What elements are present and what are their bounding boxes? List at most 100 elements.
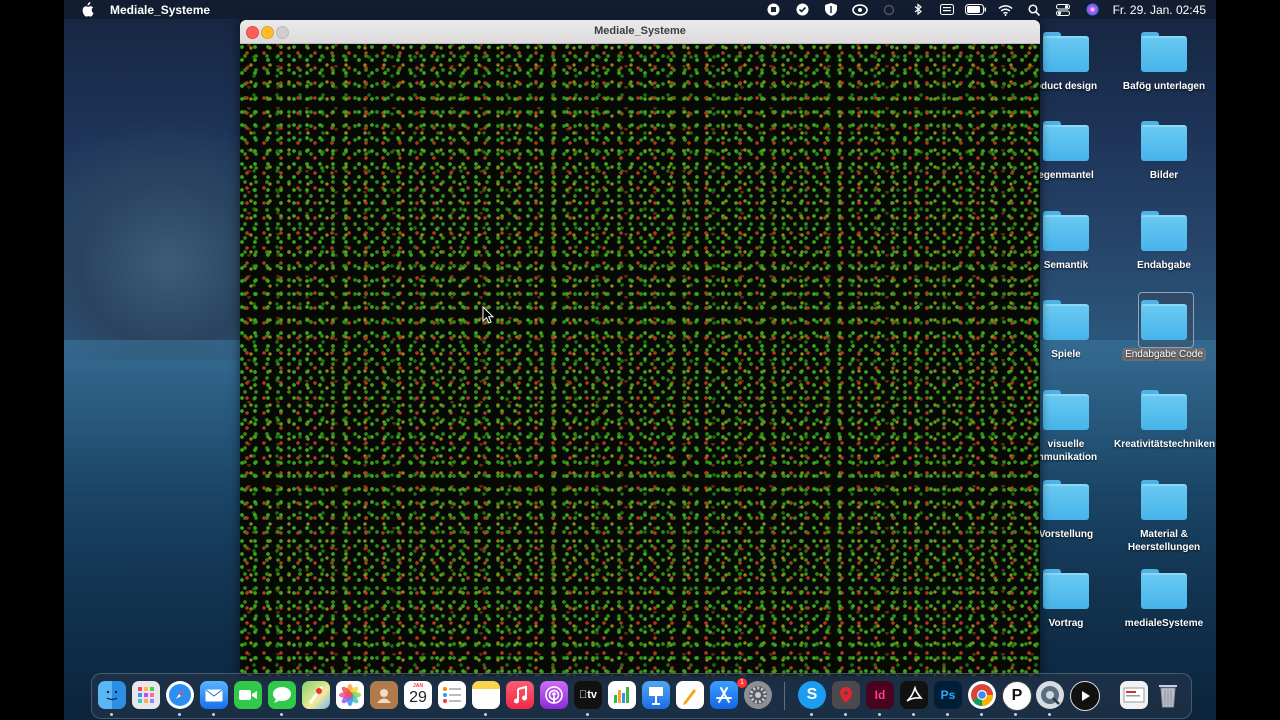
indesign-label: Id — [874, 688, 886, 702]
notes-icon[interactable] — [472, 681, 500, 709]
desktop-folder[interactable]: Bafög unterlagen — [1114, 32, 1214, 93]
messages-icon[interactable] — [268, 681, 296, 709]
folder-label: medialeSysteme — [1124, 618, 1204, 629]
app-store-badge: 1 — [737, 678, 747, 688]
pages-icon[interactable] — [676, 681, 704, 709]
quicktime-icon[interactable] — [1070, 681, 1100, 711]
running-indicator — [212, 713, 215, 716]
desktop-folder[interactable]: Endabgabe Code — [1114, 292, 1214, 361]
folder-icon — [1141, 211, 1187, 251]
record-icon[interactable] — [759, 2, 788, 17]
contacts-icon[interactable] — [370, 681, 398, 709]
running-indicator — [946, 713, 949, 716]
window-titlebar[interactable]: Mediale_Systeme — [240, 20, 1040, 44]
maps-icon[interactable] — [302, 681, 330, 709]
keynote-icon[interactable] — [642, 681, 670, 709]
shield-icon[interactable] — [817, 2, 846, 17]
podcasts-icon[interactable] — [540, 681, 568, 709]
desktop-folder[interactable]: Endabgabe — [1114, 211, 1214, 272]
folder-icon — [1043, 32, 1089, 72]
apple-tv-icon[interactable]: tv — [574, 681, 602, 709]
location-app-icon[interactable] — [832, 681, 860, 709]
skype-icon[interactable]: S — [798, 681, 826, 709]
infinity-icon[interactable] — [846, 2, 875, 17]
processing-icon[interactable]: P — [1002, 681, 1032, 711]
desktop-folder[interactable]: Kreativitätstechniken — [1114, 390, 1215, 451]
running-indicator — [810, 713, 813, 716]
bluetooth-icon[interactable] — [904, 2, 933, 17]
folder-label: Endabgabe Code — [1122, 348, 1206, 361]
folder-icon — [1141, 569, 1187, 609]
folder-label: Bilder — [1149, 170, 1179, 181]
folder-icon — [1141, 121, 1187, 161]
finder-icon[interactable] — [98, 681, 126, 709]
running-indicator — [484, 713, 487, 716]
running-indicator — [878, 713, 881, 716]
p-label: P — [1011, 687, 1023, 704]
chrome-icon[interactable] — [968, 681, 996, 709]
folder-label: egenmantel — [1038, 170, 1094, 181]
folder-label: Bafög unterlagen — [1122, 81, 1206, 92]
window-title: Mediale_Systeme — [594, 25, 686, 37]
running-indicator — [280, 713, 283, 716]
running-indicator — [980, 713, 983, 716]
folder-label: Endabgabe — [1137, 260, 1191, 271]
check-icon[interactable] — [788, 2, 817, 17]
app-window: Mediale_Systeme — [240, 20, 1040, 676]
facetime-icon[interactable] — [234, 681, 262, 709]
search-icon[interactable] — [1020, 2, 1049, 17]
desktop-folder[interactable]: medialeSysteme — [1114, 569, 1214, 630]
disk-utility-icon[interactable] — [1036, 681, 1064, 709]
folder-label: Semantik — [1043, 260, 1089, 271]
running-indicator — [586, 713, 589, 716]
indesign-icon[interactable]: Id — [866, 681, 894, 709]
folder-icon — [1043, 569, 1089, 609]
siri-icon[interactable] — [1078, 2, 1107, 17]
photoshop-label: Ps — [940, 688, 956, 702]
folder-icon — [1043, 211, 1089, 251]
folder-icon — [1043, 480, 1089, 520]
running-indicator — [110, 713, 113, 716]
folder-label: Vortrag — [1048, 618, 1084, 629]
app-name-menu[interactable]: Mediale_Systeme — [110, 3, 210, 17]
running-indicator — [1048, 713, 1051, 716]
battery-icon[interactable] — [962, 2, 991, 17]
downloads-stack-icon[interactable] — [1120, 681, 1148, 709]
reminders-icon[interactable] — [438, 681, 466, 709]
photoshop-icon[interactable]: Ps — [934, 681, 962, 709]
menu-bar: Mediale_Systeme Fr. 29. Jan. 02:45 — [64, 0, 1216, 19]
desktop-folder[interactable]: Material & Heerstellungen — [1114, 480, 1214, 554]
running-indicator — [844, 713, 847, 716]
sync-icon[interactable] — [875, 2, 904, 17]
control-center-icon[interactable] — [1049, 2, 1078, 17]
folder-label: Spiele — [1051, 349, 1081, 360]
wifi-icon[interactable] — [991, 2, 1020, 17]
calendar-icon[interactable]: JAN 29 — [404, 681, 432, 709]
running-indicator — [178, 713, 181, 716]
menu-clock[interactable]: Fr. 29. Jan. 02:45 — [1113, 3, 1206, 17]
music-icon[interactable] — [506, 681, 534, 709]
folder-label: visuelle mmunikation — [1034, 439, 1098, 463]
system-preferences-icon[interactable] — [744, 681, 772, 709]
keyboard-icon[interactable] — [933, 2, 962, 17]
running-indicator — [912, 713, 915, 716]
numbers-icon[interactable] — [608, 681, 636, 709]
safari-icon[interactable] — [166, 681, 194, 709]
folder-label: Vorstellung — [1038, 529, 1094, 540]
tv-label: tv — [583, 689, 597, 701]
launchpad-icon[interactable] — [132, 681, 160, 709]
folder-label: Material & Heerstellungen — [1127, 529, 1201, 553]
folder-icon — [1043, 300, 1089, 340]
folder-icon — [1141, 32, 1187, 72]
acrobat-icon[interactable] — [900, 681, 928, 709]
desktop-folder[interactable]: Bilder — [1114, 121, 1214, 182]
photos-icon[interactable] — [336, 681, 364, 709]
folder-icon — [1043, 121, 1089, 161]
mail-icon[interactable] — [200, 681, 228, 709]
mouse-pointer-icon — [482, 306, 495, 324]
apple-menu-icon[interactable] — [80, 2, 94, 17]
sketch-canvas[interactable] — [240, 44, 1040, 676]
trash-icon[interactable] — [1154, 681, 1182, 709]
app-store-icon[interactable] — [710, 681, 738, 709]
running-indicator — [1014, 713, 1017, 716]
